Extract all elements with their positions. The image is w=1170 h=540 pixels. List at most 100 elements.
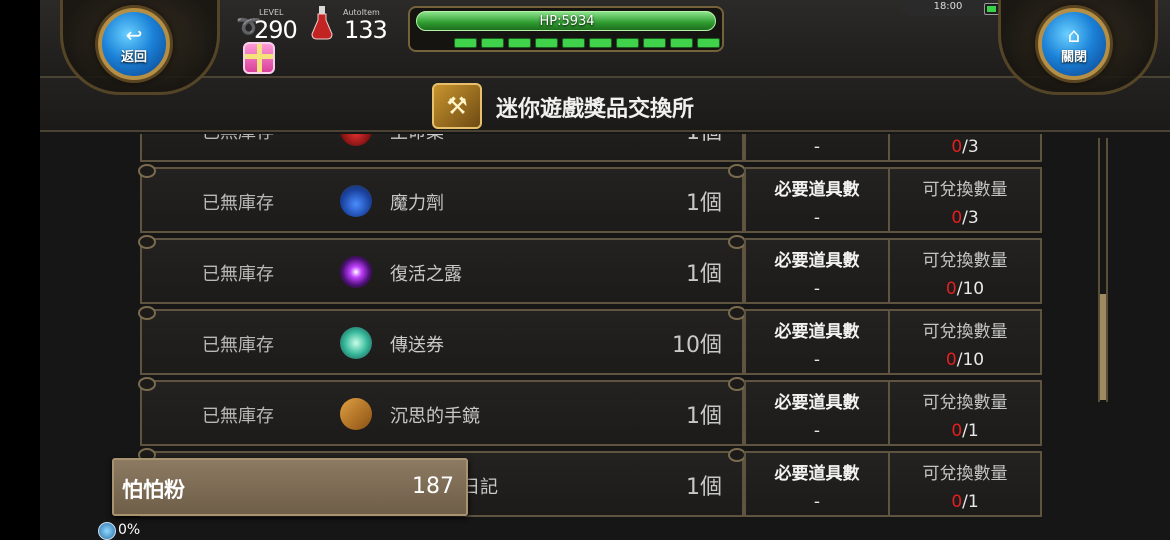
clock: 18:00 [902, 0, 994, 16]
level-swirl-icon: ➰ [236, 14, 261, 38]
top-hud: ↩ 返回 ➰ LEVEL 290 AutoItem 133 HP:5934 18… [40, 0, 1170, 95]
hp-frame: HP:5934 [408, 6, 724, 52]
exchanged-count: 0 [951, 492, 963, 512]
stamina-pip [454, 38, 477, 48]
required-items-value: - [813, 208, 821, 228]
autoitem-value: 133 [344, 16, 388, 44]
progress-icon [98, 522, 116, 540]
exchangeable-header: 可兌換數量 [922, 180, 1008, 200]
gift-icon[interactable] [243, 42, 275, 74]
stamina-pip [616, 38, 639, 48]
item-name: 魔力劑 [390, 193, 444, 214]
prize-row[interactable]: 已無庫存 生命藥 1個 必要道具數 - 可兌換數量 0/3 [140, 134, 1042, 162]
exchange-limit: /1 [962, 421, 979, 441]
purple-orb-icon [340, 256, 372, 288]
required-items-header: 必要道具數 [774, 393, 860, 413]
prize-row-main[interactable]: 已無庫存 生命藥 1個 [140, 134, 744, 162]
prize-row[interactable]: 已無庫存 沉思的手鏡 1個 必要道具數 - 可兌換數量 0/1 [138, 377, 1042, 446]
exchangeable-value: 0/1 [890, 421, 1040, 441]
required-items-value: - [813, 279, 821, 299]
stock-status: 已無庫存 [202, 134, 274, 144]
exchange-limit: /10 [956, 279, 985, 299]
exchangeable-value: 0/1 [890, 492, 1040, 512]
prize-row-main[interactable]: 已無庫存 傳送券 10個 [138, 306, 746, 375]
stamina-pip [670, 38, 693, 48]
exchangeable-header: 可兌換數量 [922, 464, 1008, 484]
exchangeable-cell: 可兌換數量 0/3 [888, 167, 1042, 233]
exchangeable-value: 0/10 [890, 350, 1040, 370]
exchangeable-cell: 可兌換數量 0/1 [888, 451, 1042, 517]
close-button[interactable]: ⌂ 關閉 [1038, 8, 1110, 80]
exchange-limit: /10 [956, 350, 985, 370]
close-button-label: 關閉 [1060, 49, 1087, 65]
level-value: 290 [254, 16, 298, 44]
exchange-limit: /3 [962, 208, 979, 228]
blue-potion-icon [340, 185, 372, 217]
exchange-limit: /3 [962, 137, 979, 157]
required-items-cell: 必要道具數 - [744, 451, 890, 517]
item-quantity: 10個 [672, 333, 722, 358]
exchangeable-value: 0/10 [890, 279, 1040, 299]
stock-status: 已無庫存 [202, 335, 274, 356]
hp-bar: HP:5934 [416, 11, 716, 31]
exchanged-count: 0 [945, 350, 957, 370]
stamina-pip [508, 38, 531, 48]
required-items-value: - [813, 350, 821, 370]
prize-row-main[interactable]: 已無庫存 沉思的手鏡 1個 [138, 377, 746, 446]
prize-row[interactable]: 已無庫存 復活之露 1個 必要道具數 - 可兌換數量 0/10 [138, 235, 1042, 304]
exchangeable-cell: 可兌換數量 0/1 [888, 380, 1042, 446]
exchangeable-value: 0/3 [890, 208, 1040, 228]
item-quantity: 1個 [686, 134, 722, 146]
item-quantity: 1個 [686, 404, 722, 429]
back-button[interactable]: ↩ 返回 [98, 8, 170, 80]
exchangeable-header: 可兌換數量 [922, 251, 1008, 271]
exchangeable-header: 可兌換數量 [922, 322, 1008, 342]
required-items-value: - [813, 492, 821, 512]
stamina-pip [535, 38, 558, 48]
exchangeable-value: 0/3 [890, 137, 1040, 157]
stamina-pip [562, 38, 585, 48]
stamina-pip [643, 38, 666, 48]
item-quantity: 1個 [686, 191, 722, 216]
game-screen: ↩ 返回 ➰ LEVEL 290 AutoItem 133 HP:5934 18… [40, 0, 1170, 540]
item-name: 復活之露 [390, 264, 462, 285]
page-title: 迷你遊戲獎品交換所 [496, 97, 695, 122]
required-items-header: 必要道具數 [774, 180, 860, 200]
item-name: 生命藥 [390, 134, 444, 144]
currency-value: 187 [412, 474, 454, 499]
required-items-value: - [813, 137, 821, 157]
exchangeable-header: 可兌換數量 [922, 393, 1008, 413]
exchange-shop-icon: ⚒ [432, 83, 482, 129]
exchanged-count: 0 [951, 208, 963, 228]
exchanged-count: 0 [951, 421, 963, 441]
required-items-cell: 必要道具數 - [744, 309, 890, 375]
stamina-pips [454, 38, 720, 48]
prize-row-main[interactable]: 已無庫存 復活之露 1個 [138, 235, 746, 304]
item-name: 傳送券 [390, 335, 444, 356]
title-bar: ⚒ 迷你遊戲獎品交換所 [40, 78, 1170, 132]
required-items-header: 必要道具數 [774, 464, 860, 484]
item-quantity: 1個 [686, 475, 722, 500]
exchanged-count: 0 [951, 137, 963, 157]
scrollbar-thumb[interactable] [1100, 294, 1106, 400]
prize-row[interactable]: 已無庫存 傳送券 10個 必要道具數 - 可兌換數量 0/10 [138, 306, 1042, 375]
currency-panel: 怕怕粉 187 [112, 458, 468, 516]
exchangeable-cell: 可兌換數量 0/3 [888, 134, 1042, 162]
prize-row-main[interactable]: 已無庫存 魔力劑 1個 [138, 164, 746, 233]
stamina-pip [697, 38, 720, 48]
required-items-cell: 必要道具數 - [744, 134, 890, 162]
required-items-cell: 必要道具數 - [744, 238, 890, 304]
exchangeable-cell: 可兌換數量 0/10 [888, 238, 1042, 304]
red-potion-icon [340, 134, 372, 146]
required-items-header: 必要道具數 [774, 251, 860, 271]
progress-percent: 0% [118, 522, 141, 538]
prize-row[interactable]: 已無庫存 魔力劑 1個 必要道具數 - 可兌換數量 0/3 [138, 164, 1042, 233]
stamina-pip [589, 38, 612, 48]
stock-status: 已無庫存 [202, 406, 274, 427]
hp-text: HP:5934 [539, 14, 595, 29]
stamina-pip [481, 38, 504, 48]
stock-status: 已無庫存 [202, 264, 274, 285]
exchange-limit: /1 [962, 492, 979, 512]
mirror-book-icon [340, 398, 372, 430]
required-items-value: - [813, 421, 821, 441]
